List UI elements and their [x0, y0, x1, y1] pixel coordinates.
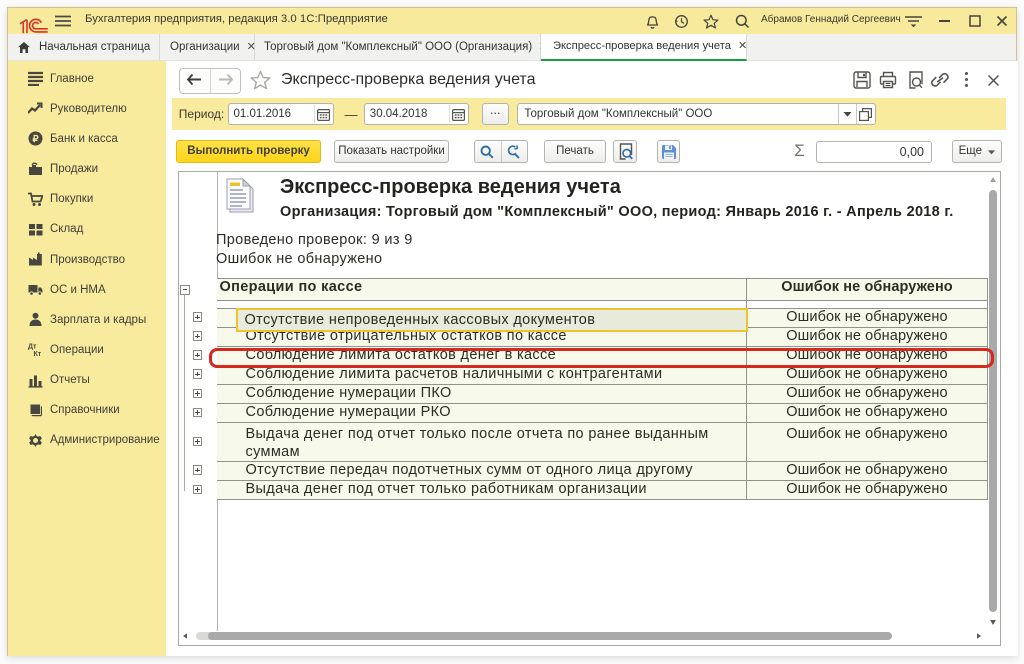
svg-text:Дт: Дт	[28, 344, 37, 351]
svg-text:₽: ₽	[32, 134, 39, 145]
svg-text:Кт: Кт	[34, 351, 42, 357]
